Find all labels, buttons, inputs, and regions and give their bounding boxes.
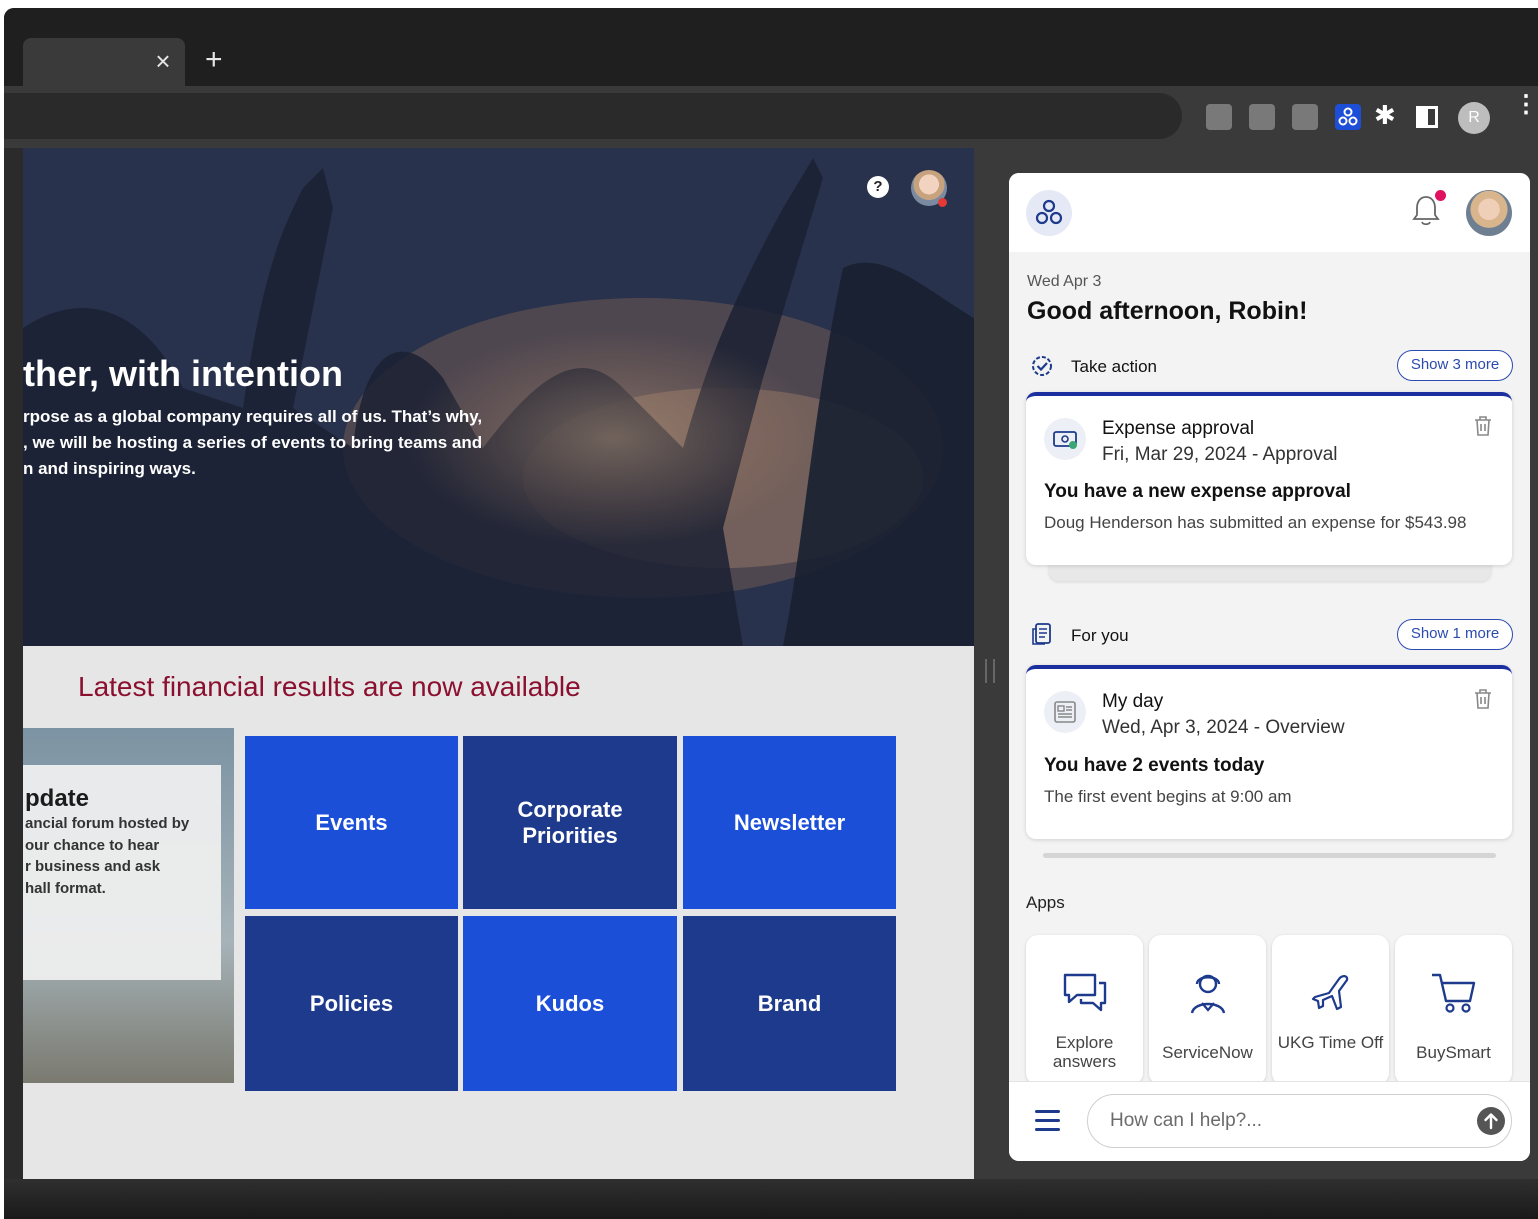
card-subtitle: Fri, Mar 29, 2024 - Approval [1102,444,1338,465]
card-heading: You have 2 events today [1044,755,1265,776]
new-tab-button[interactable]: + [205,45,223,75]
card-text: The first event begins at 9:00 am [1044,787,1292,806]
hero-body: rpose as a global company requires all o… [23,404,523,482]
arrow-up-icon [1484,1113,1498,1130]
tile-policies[interactable]: Policies [245,916,458,1091]
update-card-title: pdate [25,785,90,812]
update-body-line: r business and ask [25,858,161,875]
cards-scrollbar[interactable] [1043,853,1496,858]
assistant-logo-icon[interactable] [1026,190,1072,236]
stacked-card-shadow [1049,563,1491,581]
profile-avatar[interactable]: R [1458,102,1490,134]
assistant-side-panel: Wed Apr 3 Good afternoon, Robin! Take ac… [1009,173,1530,1161]
panel-header [1009,173,1530,252]
hero-body-line: rpose as a global company requires all o… [23,407,483,426]
shopping-cart-icon [1432,973,1476,1013]
tile-newsletter[interactable]: Newsletter [683,736,896,909]
card-title: Expense approval [1102,418,1255,439]
tile-corporate-priorities[interactable]: Corporate Priorities [463,736,677,909]
card-subtitle: Wed, Apr 3, 2024 - Overview [1102,717,1345,738]
tile-events[interactable]: Events [245,736,458,909]
browser-toolbar: ✱ R ⋮ [4,86,1538,148]
delete-trash-icon[interactable] [1472,687,1494,711]
app-servicenow[interactable]: ServiceNow [1149,935,1266,1085]
bookmark-extension-icon[interactable] [1206,104,1232,130]
browser-menu-icon[interactable]: ⋮ [1514,93,1538,117]
close-tab-icon[interactable]: × [152,48,174,74]
chat-bubbles-icon [1063,973,1107,1012]
greeting: Good afternoon, Robin! [1027,297,1308,325]
for-you-icon [1032,623,1051,645]
my-day-icon [1044,691,1086,733]
send-button[interactable] [1477,1107,1505,1135]
hero-overlay [23,148,974,646]
financial-results-heading[interactable]: Latest financial results are now availab… [78,671,581,703]
desktop-background-strip [4,1179,1538,1219]
tile-kudos[interactable]: Kudos [463,916,677,1091]
current-date: Wed Apr 3 [1027,273,1102,290]
tab-bar: × + [4,8,1538,86]
side-panel-icon[interactable] [1416,106,1438,128]
show-more-actions-button[interactable]: Show 3 more [1397,350,1513,381]
status-dot [938,198,947,207]
airplane-icon [1311,975,1349,1011]
app-label: BuySmart [1416,1043,1491,1062]
update-card-body: ancial forum hosted by our chance to hea… [25,813,215,899]
hero-body-line: , we will be hosting a series of events … [23,433,483,452]
browser-content: ther, with intention rpose as a global c… [23,148,1538,1179]
update-body-line: ancial forum hosted by [25,815,190,832]
card-heading: You have a new expense approval [1044,481,1351,502]
card-text: Doug Henderson has submitted an expense … [1044,513,1467,532]
hero-banner: ther, with intention rpose as a global c… [23,148,974,646]
for-you-label: For you [1071,626,1129,645]
expense-icon [1044,418,1086,460]
app-explore-answers[interactable]: Explore answers [1026,935,1143,1085]
assistant-prompt-input[interactable] [1087,1094,1512,1148]
browser-window: × + ✱ R ⋮ ther, with intention rpose as … [4,8,1538,1219]
support-agent-icon [1190,974,1226,1014]
app-buysmart[interactable]: BuySmart [1395,935,1512,1085]
app-label: ServiceNow [1162,1043,1253,1062]
app-label: UKG Time Off [1277,1033,1384,1052]
hero-body-line: n and inspiring ways. [23,459,196,478]
update-card[interactable]: pdate ancial forum hosted by our chance … [23,728,234,1083]
update-body-line: our chance to hear [25,836,160,854]
help-icon[interactable]: ? [867,176,889,198]
intranet-page: ther, with intention rpose as a global c… [23,148,974,1179]
my-day-card[interactable]: My day Wed, Apr 3, 2024 - Overview You h… [1026,665,1512,839]
apps-label: Apps [1026,893,1065,912]
card-title: My day [1102,691,1164,712]
take-action-label: Take action [1071,357,1157,376]
delete-trash-icon[interactable] [1472,414,1494,438]
hero-title: ther, with intention [23,353,343,394]
app-ukg-time-off[interactable]: UKG Time Off [1272,935,1389,1085]
assistant-extension-icon[interactable] [1335,104,1361,130]
show-more-for-you-button[interactable]: Show 1 more [1397,619,1513,650]
panel-user-avatar[interactable] [1466,190,1512,236]
tile-brand[interactable]: Brand [683,916,896,1091]
menu-hamburger-icon[interactable] [1035,1110,1060,1132]
extensions-puzzle-icon[interactable]: ✱ [1374,100,1396,131]
document-extension-icon[interactable] [1292,104,1318,130]
panel-resize-handle[interactable] [985,659,995,683]
notification-badge [1435,190,1446,201]
mail-extension-icon[interactable] [1249,104,1275,130]
take-action-icon [1032,356,1052,376]
expense-approval-card[interactable]: Expense approval Fri, Mar 29, 2024 - App… [1026,392,1512,565]
address-bar[interactable] [4,93,1182,139]
panel-footer [1009,1081,1530,1161]
app-label: Explore answers [1052,1033,1117,1071]
update-body-line: hall format. [25,879,106,897]
